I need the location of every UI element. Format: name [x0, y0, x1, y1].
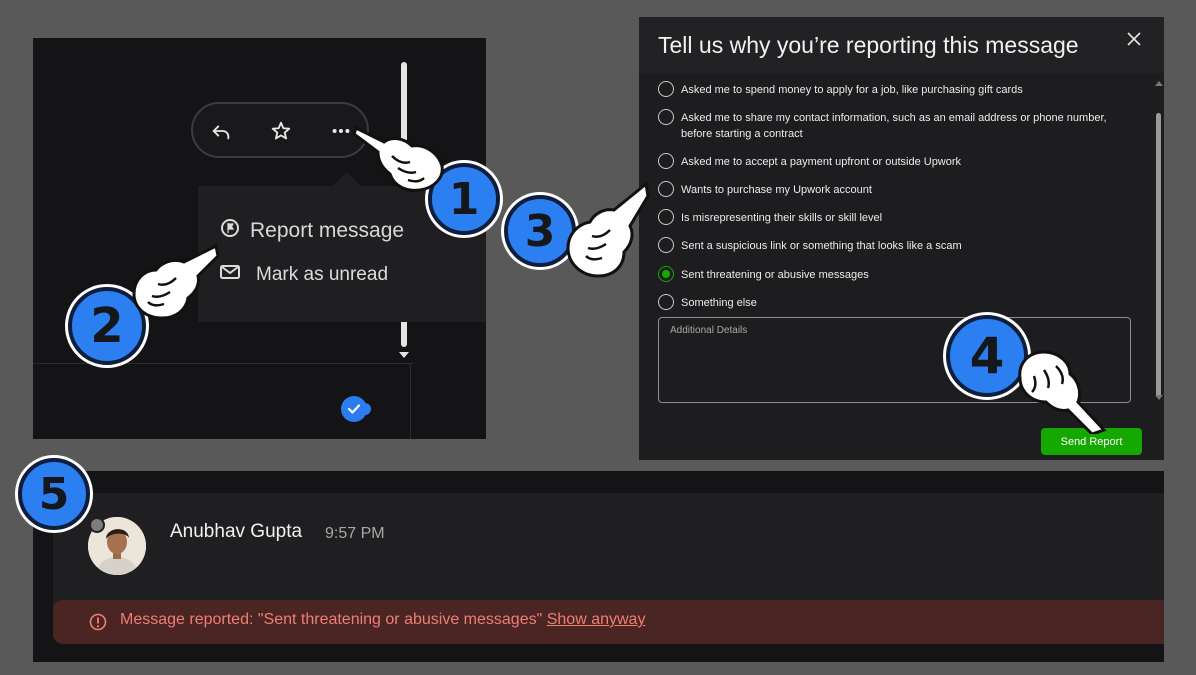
reported-message-label: Message reported: "Sent threatening or a… — [120, 611, 543, 628]
report-message-item[interactable]: Report message — [220, 218, 404, 244]
report-option[interactable]: Asked me to accept a payment upfront or … — [658, 153, 1136, 170]
star-icon[interactable] — [267, 117, 295, 145]
scroll-down-arrow[interactable] — [399, 352, 409, 358]
pointing-hand-icon — [352, 125, 444, 192]
radio-button[interactable] — [658, 109, 674, 125]
radio-button[interactable] — [658, 153, 674, 169]
more-icon[interactable] — [327, 117, 355, 145]
pointing-hand-icon — [1018, 350, 1107, 434]
status-dot — [89, 517, 105, 533]
divider — [33, 363, 413, 364]
mark-unread-label: Mark as unread — [256, 264, 389, 285]
reported-message-panel: Anubhav Gupta 9:57 PM Message reported: … — [33, 471, 1164, 662]
dialog-title: Tell us why you’re reporting this messag… — [658, 32, 1079, 58]
read-receipt-tail — [363, 403, 371, 415]
report-option[interactable]: Asked me to share my contact information… — [658, 109, 1136, 142]
report-option-label: Sent threatening or abusive messages — [681, 269, 869, 281]
reply-icon[interactable] — [207, 117, 235, 145]
envelope-icon — [220, 264, 240, 286]
report-option-label: Asked me to spend money to apply for a j… — [681, 84, 1023, 96]
report-option-label: Asked me to accept a payment upfront or … — [681, 156, 962, 168]
pointing-hand-icon — [132, 243, 220, 320]
report-option-label: Asked me to share my contact information… — [681, 112, 1107, 140]
radio-button[interactable] — [658, 294, 674, 310]
report-option-label: Sent a suspicious link or something that… — [681, 240, 962, 252]
divider — [410, 363, 411, 439]
report-message-label: Report message — [250, 219, 405, 242]
report-option-selected[interactable]: Sent threatening or abusive messages — [658, 266, 1136, 283]
radio-button-selected[interactable] — [658, 266, 674, 282]
report-option[interactable]: Is misrepresenting their skills or skill… — [658, 209, 1136, 226]
report-option[interactable]: Wants to purchase my Upwork account — [658, 181, 1136, 198]
report-option-label: Wants to purchase my Upwork account — [681, 184, 872, 196]
radio-button[interactable] — [658, 81, 674, 97]
sender-name[interactable]: Anubhav Gupta — [170, 521, 302, 543]
mark-unread-item[interactable]: Mark as unread — [220, 264, 388, 286]
scroll-thumb[interactable] — [1156, 113, 1161, 397]
info-icon — [89, 613, 107, 636]
pointing-hand-icon — [566, 181, 650, 278]
radio-button[interactable] — [658, 209, 674, 225]
reported-message-text: Message reported: "Sent threatening or a… — [120, 611, 645, 629]
step-badge-5: 5 — [18, 458, 90, 530]
radio-button[interactable] — [658, 181, 674, 197]
message-toolbar — [191, 102, 369, 158]
report-option-label: Is misrepresenting their skills or skill… — [681, 212, 883, 224]
report-option[interactable]: Something else — [658, 294, 1136, 311]
message-actions-panel: Report message Mark as unread — [33, 38, 486, 439]
report-icon — [220, 218, 240, 244]
dialog-scrollbar[interactable] — [1155, 81, 1163, 401]
scroll-down-arrow[interactable] — [1155, 395, 1163, 400]
radio-button[interactable] — [658, 237, 674, 253]
scroll-up-arrow[interactable] — [1155, 81, 1163, 86]
report-option[interactable]: Sent a suspicious link or something that… — [658, 237, 1136, 254]
report-option[interactable]: Asked me to spend money to apply for a j… — [658, 81, 1136, 98]
message-time: 9:57 PM — [325, 525, 385, 542]
report-option-label: Something else — [681, 297, 757, 309]
close-icon[interactable] — [1125, 30, 1143, 48]
reported-banner: Message reported: "Sent threatening or a… — [53, 600, 1164, 644]
show-anyway-link[interactable]: Show anyway — [547, 611, 646, 628]
